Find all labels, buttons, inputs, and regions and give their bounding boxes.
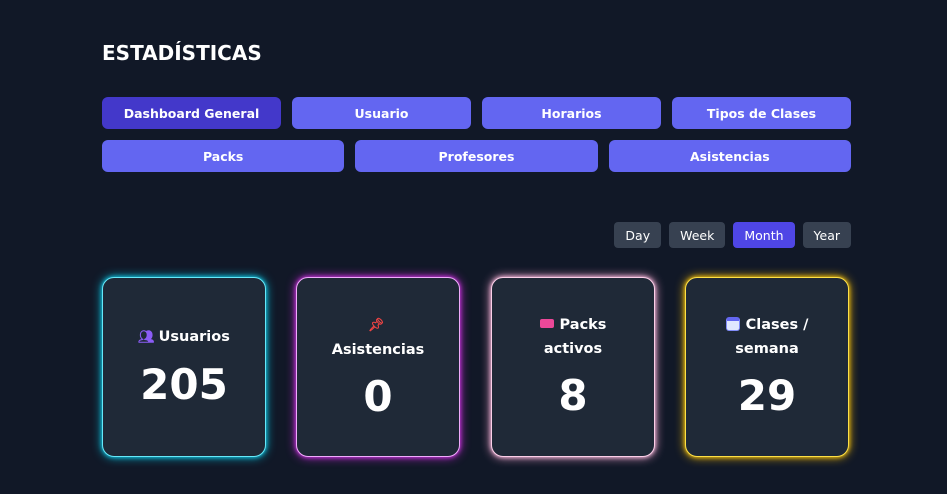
stat-card-usuarios: 👥︎ Usuarios 205: [102, 277, 266, 457]
pushpin-icon: 📌︎: [367, 317, 385, 333]
stat-value: 0: [363, 371, 393, 421]
tab-tipos-de-clases[interactable]: Tipos de Clases: [672, 97, 851, 129]
ticket-icon: [539, 319, 554, 328]
tab-asistencias[interactable]: Asistencias: [608, 140, 851, 172]
period-day-button[interactable]: Day: [614, 222, 662, 248]
period-month-button[interactable]: Month: [733, 222, 795, 248]
tab-profesores[interactable]: Profesores: [355, 140, 598, 172]
tab-dashboard-general[interactable]: Dashboard General: [102, 97, 281, 129]
tabs-row-2: Packs Profesores Asistencias: [102, 140, 851, 172]
stat-card-clases-semana: Clases / semana 29: [685, 277, 849, 457]
stat-value: 29: [737, 371, 797, 420]
stat-label: Clases / semana: [735, 317, 809, 357]
stat-label: Usuarios: [158, 328, 230, 345]
page-title: ESTADÍSTICAS: [102, 41, 262, 65]
tab-packs[interactable]: Packs: [102, 140, 345, 172]
tab-horarios[interactable]: Horarios: [482, 97, 661, 129]
tab-usuario[interactable]: Usuario: [292, 97, 471, 129]
period-week-button[interactable]: Week: [669, 222, 726, 248]
users-icon: 👥︎: [138, 329, 155, 345]
stat-label: Asistencias: [331, 341, 425, 358]
tabs-row-1: Dashboard General Usuario Horarios Tipos…: [102, 97, 851, 129]
stat-value: 205: [140, 359, 228, 409]
stat-card-packs-activos: Packs activos 8: [491, 277, 655, 457]
period-year-button[interactable]: Year: [802, 222, 851, 248]
stat-value: 8: [558, 371, 588, 420]
period-selector: Day Week Month Year: [614, 222, 851, 248]
stat-card-asistencias: 📌︎ Asistencias 0: [296, 277, 460, 457]
calendar-icon: [725, 317, 740, 331]
